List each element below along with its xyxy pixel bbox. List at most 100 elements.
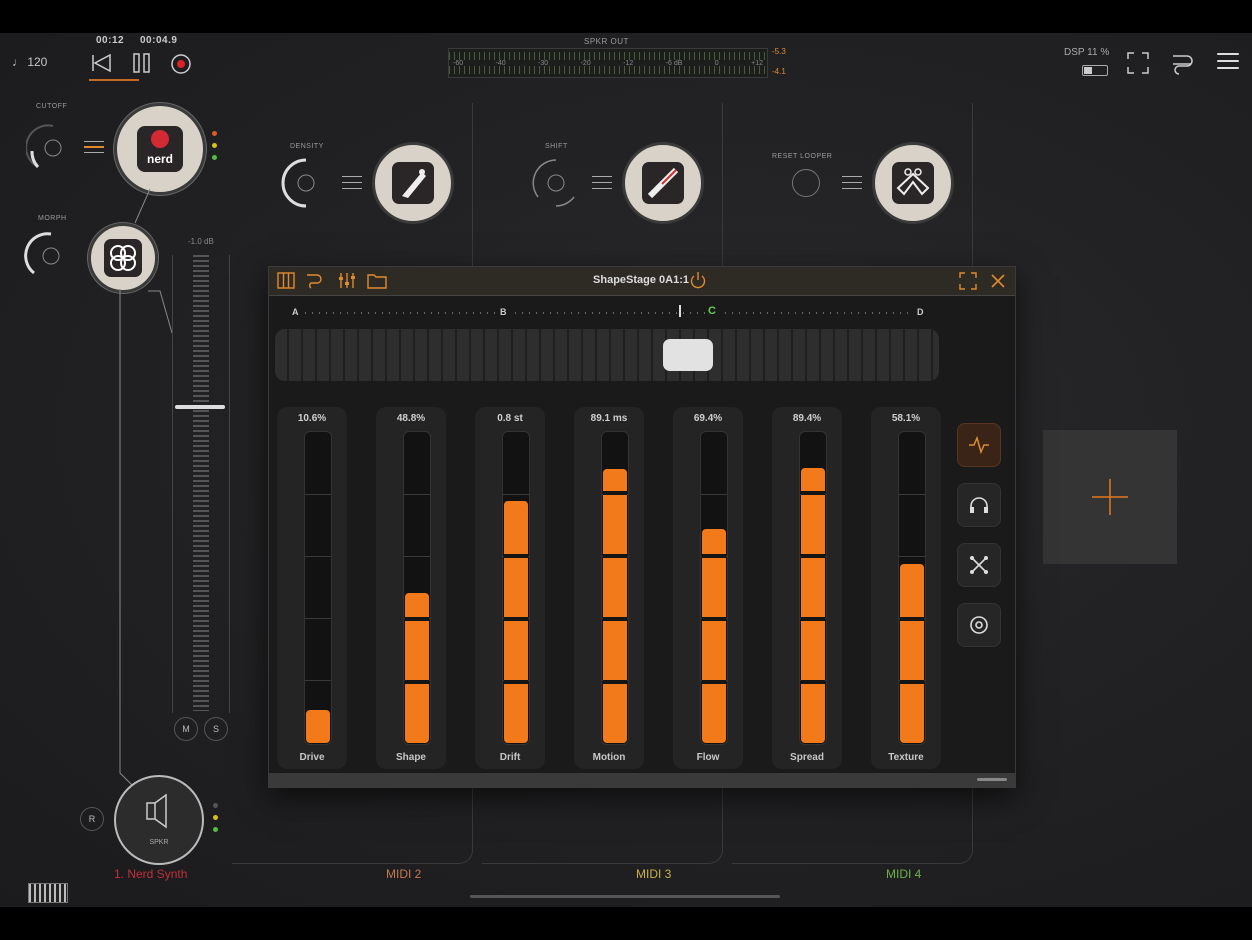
speaker-output-button[interactable]: SPKR [114, 775, 204, 865]
keyboard-icon[interactable] [28, 883, 68, 903]
layout-columns-button[interactable] [277, 272, 295, 289]
morph-slider[interactable] [275, 329, 939, 381]
routing-button[interactable] [1170, 51, 1196, 75]
bass-guitar-icon [392, 162, 434, 204]
pause-icon [133, 53, 150, 73]
looper-plugin-button[interactable] [872, 142, 954, 224]
morph-slider-handle[interactable] [663, 339, 713, 371]
param-track[interactable] [601, 431, 629, 745]
record-icon [171, 54, 191, 74]
guitar-plugin-button[interactable] [622, 142, 704, 224]
plugin-routing-button[interactable] [305, 272, 325, 289]
plugin-power-button[interactable] [689, 271, 707, 289]
reset-looper-label: RESET LOOPER [772, 153, 833, 160]
output-led [213, 827, 218, 832]
bass-plugin-button[interactable] [372, 142, 454, 224]
close-window-button[interactable] [989, 272, 1007, 290]
param-label: Drift [499, 752, 521, 763]
param-slider-spread[interactable]: 89.4% Spread [772, 407, 842, 769]
presets-folder-button[interactable] [367, 272, 387, 289]
nerd-synth-plugin-button[interactable]: nerd [114, 103, 206, 195]
morph-position-a[interactable]: A [289, 307, 302, 317]
param-slider-drift[interactable]: 0.8 st Drift [475, 407, 545, 769]
fullscreen-icon [1127, 52, 1149, 74]
meter-peak-left: -5.3 [772, 47, 786, 56]
param-slider-drive[interactable]: 10.6% Drive [277, 407, 347, 769]
morph-position-b[interactable]: B [497, 307, 510, 317]
resize-handle[interactable] [977, 778, 1007, 781]
solo-button[interactable]: S [204, 717, 228, 741]
mixer-button[interactable] [337, 272, 357, 289]
routing-icon [1173, 55, 1193, 75]
track-3-name[interactable]: MIDI 3 [636, 867, 671, 881]
mute-button[interactable]: M [174, 717, 198, 741]
status-led-yellow [212, 143, 217, 148]
randomize-button[interactable] [957, 543, 1001, 587]
output-led [213, 815, 218, 820]
param-track[interactable] [700, 431, 728, 745]
output-label: SPKR [149, 839, 169, 846]
param-track[interactable] [403, 431, 431, 745]
fader-scale [193, 255, 209, 711]
track1-cutoff-modulation[interactable] [84, 137, 104, 157]
param-slider-texture[interactable]: 58.1% Texture [871, 407, 941, 769]
morph-position-cursor [679, 305, 681, 317]
plugin-titlebar: ShapeStage 0A1:1 [269, 267, 1015, 296]
meter-tick: 0 [714, 60, 719, 67]
looper-modulation[interactable] [842, 171, 862, 194]
param-fill [405, 593, 429, 743]
position-time: 00:04.9 [140, 35, 178, 46]
param-slider-flow[interactable]: 69.4% Flow [673, 407, 743, 769]
param-track[interactable] [304, 431, 332, 745]
param-label: Spread [790, 752, 824, 763]
param-value: 58.1% [891, 413, 921, 424]
shift-knob[interactable] [528, 155, 584, 211]
param-label: Motion [592, 752, 626, 763]
tempo-display[interactable]: ♩ 120 [12, 55, 47, 69]
pause-button[interactable] [128, 51, 156, 75]
expand-window-button[interactable] [959, 272, 977, 290]
rewind-icon [92, 53, 111, 73]
record-arm-button[interactable]: R [80, 807, 104, 831]
morph-knob[interactable] [24, 229, 78, 283]
density-knob-arc [281, 158, 315, 208]
reset-looper-button[interactable] [792, 169, 820, 197]
cutoff-knob[interactable] [25, 121, 80, 175]
track-1-name[interactable]: 1. Nerd Synth [114, 867, 187, 881]
param-track[interactable] [502, 431, 530, 745]
shift-modulation[interactable] [592, 171, 612, 194]
track-4-name[interactable]: MIDI 4 [886, 867, 921, 881]
meter-title: SPKR OUT [584, 37, 629, 46]
density-label: DENSITY [290, 143, 324, 150]
meter-tick: -6 dB [665, 60, 683, 67]
headphones-button[interactable] [957, 483, 1001, 527]
menu-button[interactable] [1217, 48, 1239, 74]
fader-handle[interactable] [175, 405, 225, 409]
param-slider-shape[interactable]: 48.8% Shape [376, 407, 446, 769]
morph-ruler [291, 307, 921, 317]
volume-fader[interactable] [172, 255, 230, 713]
plus-icon [1092, 479, 1128, 515]
param-fill [504, 501, 528, 743]
param-track[interactable] [898, 431, 926, 745]
waveform-button[interactable] [957, 423, 1001, 467]
routing-icon [307, 274, 322, 289]
meter-tick: -30 [538, 60, 549, 67]
power-icon [690, 272, 706, 289]
param-value: 10.6% [297, 413, 327, 424]
rewind-button[interactable] [88, 51, 118, 75]
param-track[interactable] [799, 431, 827, 745]
density-knob[interactable] [278, 155, 334, 211]
density-modulation[interactable] [342, 171, 362, 194]
settings-button[interactable] [957, 603, 1001, 647]
track-2-name[interactable]: MIDI 2 [386, 867, 421, 881]
param-slider-motion[interactable]: 89.1 ms Motion [574, 407, 644, 769]
param-label: Drive [299, 752, 325, 763]
fullscreen-button[interactable] [1126, 51, 1150, 75]
morph-position-c[interactable]: C [705, 305, 719, 317]
robot-head-icon [151, 130, 169, 148]
add-track-button[interactable] [1043, 430, 1177, 564]
record-button[interactable] [168, 51, 194, 77]
shuffle-icon [970, 556, 988, 574]
morph-position-d[interactable]: D [914, 307, 927, 317]
